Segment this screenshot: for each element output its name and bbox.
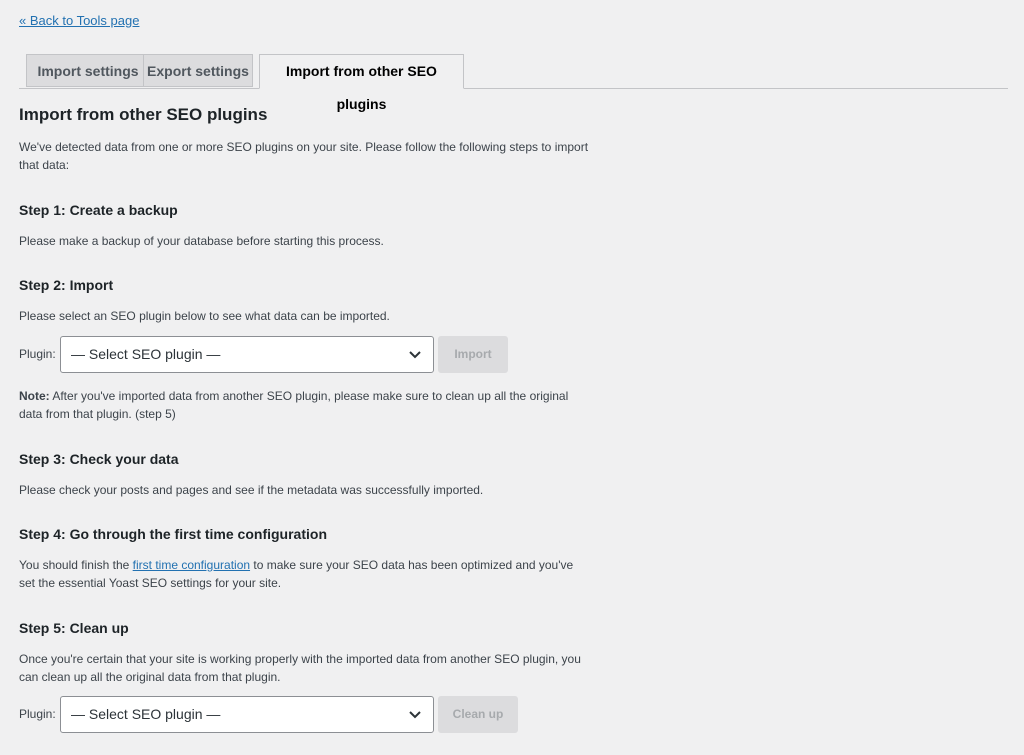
page-title: Import from other SEO plugins [19,105,268,124]
import-plugin-select[interactable]: — Select SEO plugin — [60,336,434,373]
tab-export-settings[interactable]: Export settings [143,54,253,87]
step4-text: You should finish the first time configu… [19,556,589,592]
page: « Back to Tools page Import settings Exp… [0,0,1024,755]
step2-heading: Step 2: Import [19,277,114,293]
step3-heading: Step 3: Check your data [19,451,179,467]
import-plugin-label: Plugin: [19,347,56,361]
step1-text: Please make a backup of your database be… [19,234,384,248]
step4-text-before: You should finish the [19,558,133,572]
cleanup-plugin-select-value: — Select SEO plugin — [71,706,221,722]
chevron-down-icon [409,711,421,719]
step5-text: Once you're certain that your site is wo… [19,652,581,684]
cleanup-plugin-select[interactable]: — Select SEO plugin — [60,696,434,733]
step4-heading: Step 4: Go through the first time config… [19,526,327,542]
clean-up-button[interactable]: Clean up [438,696,518,733]
step3-text: Please check your posts and pages and se… [19,483,484,497]
tab-import-from-other-seo-plugins[interactable]: Import from other SEO plugins [259,54,464,112]
note-label: Note: [19,389,50,403]
tab-import-settings[interactable]: Import settings [26,54,150,87]
import-plugin-select-value: — Select SEO plugin — [71,346,221,362]
step1-heading: Step 1: Create a backup [19,202,178,218]
intro-text: We've detected data from one or more SEO… [19,140,589,172]
import-plugin-row: Plugin: — Select SEO plugin — Import [19,336,539,374]
note-body: After you've imported data from another … [19,389,569,421]
import-button[interactable]: Import [438,336,508,373]
first-time-configuration-link[interactable]: first time configuration [133,558,250,572]
back-to-tools-link[interactable]: « Back to Tools page [19,13,139,29]
note-text: Note: After you've imported data from an… [19,387,589,423]
cleanup-plugin-row: Plugin: — Select SEO plugin — Clean up [19,696,539,734]
tab-bar: Import settings Export settings Import f… [19,54,1008,112]
cleanup-plugin-label: Plugin: [19,707,56,721]
step2-text: Please select an SEO plugin below to see… [19,309,390,323]
chevron-down-icon [409,351,421,359]
step5-heading: Step 5: Clean up [19,620,129,636]
